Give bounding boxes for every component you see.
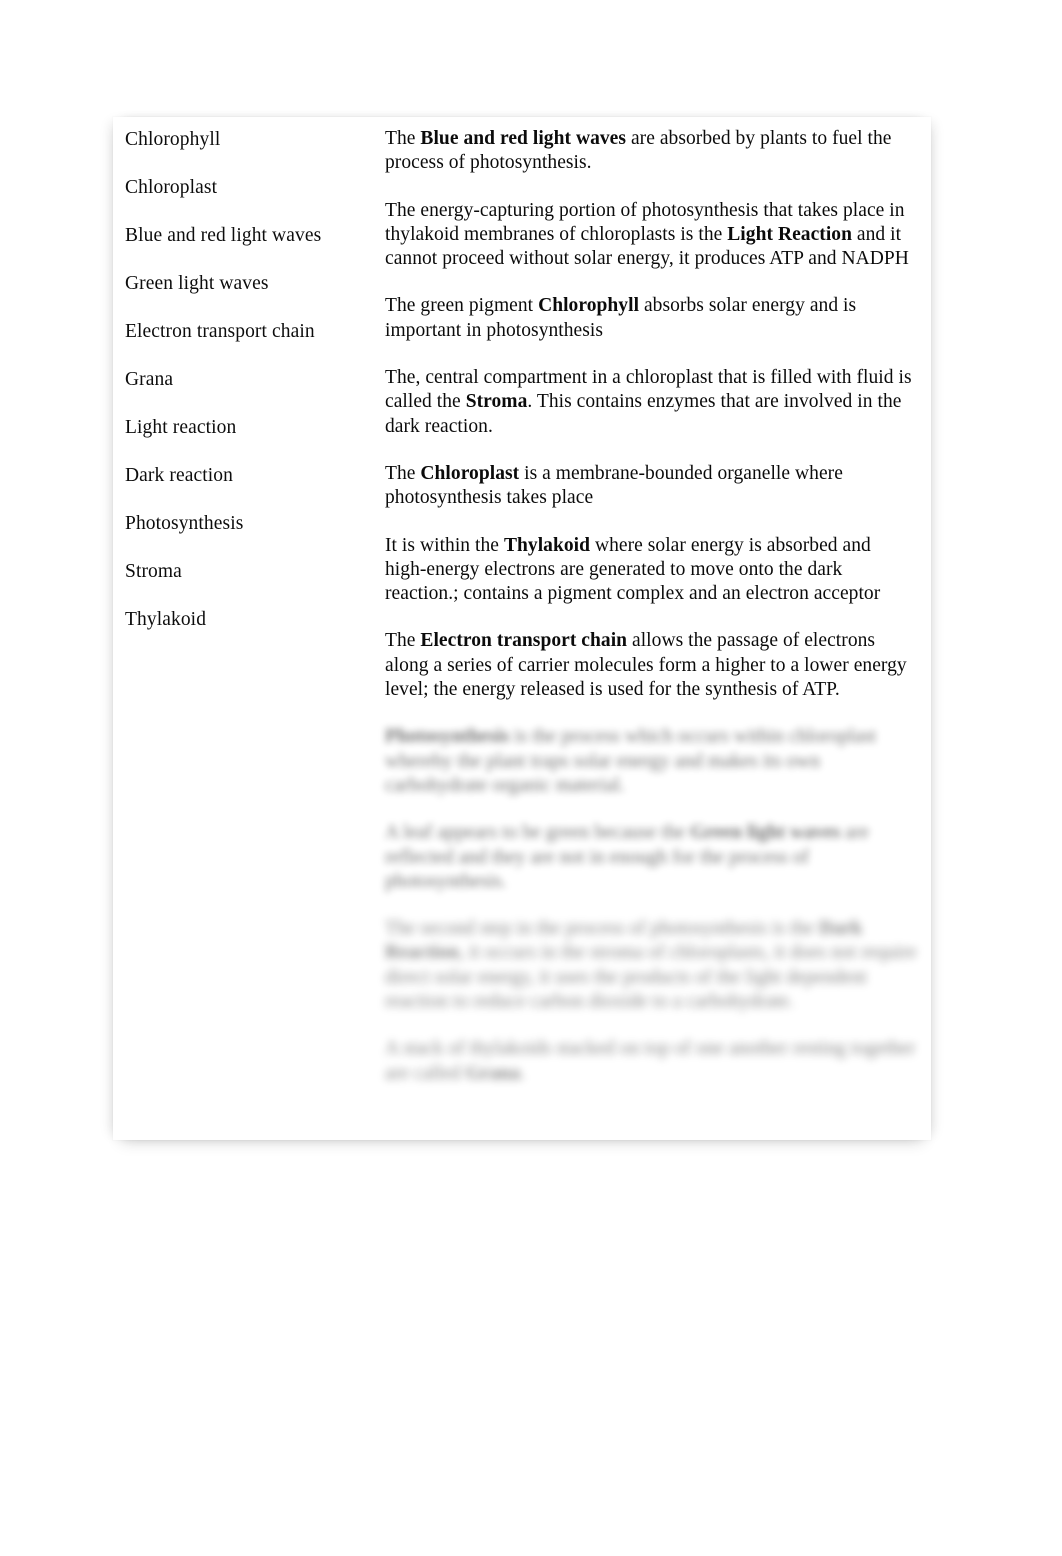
document-card: Chlorophyll Chloroplast Blue and red light… xyxy=(113,117,931,1140)
definition-term-highlight: Photosynthesis xyxy=(385,726,510,748)
definition-term-highlight: Blue and red light waves xyxy=(420,128,627,149)
term-list-item: Photosynthesis xyxy=(125,513,244,534)
definition-term-highlight: Light Reaction xyxy=(727,223,852,245)
definition-text: The xyxy=(385,462,421,484)
definition-paragraph-photosynthesis: Photosynthesis is the process which occu… xyxy=(385,725,917,798)
page-background: Chlorophyll Chloroplast Blue and red light… xyxy=(0,0,1062,1556)
definition-text: The green pigment xyxy=(385,295,539,317)
term-list-item: Green light waves xyxy=(125,273,269,294)
definition-term-highlight: Electron transport chain xyxy=(420,630,628,652)
term-list-item: Light reaction xyxy=(125,417,237,438)
definition-paragraph-chloroplast: The Chloroplast is a membrane-bounded or… xyxy=(385,462,917,511)
term-list-item: Thylakoid xyxy=(125,609,207,630)
definition-term-highlight: Grana xyxy=(465,1062,521,1084)
definition-paragraph-chlorophyll: The green pigment Chlorophyll absorbs so… xyxy=(385,294,917,343)
term-list-item: Electron transport chain xyxy=(125,321,315,342)
term-list-item: Stroma xyxy=(125,561,182,582)
definition-paragraph-grana: A stack of thylakoids stacked on top of … xyxy=(385,1037,917,1086)
term-list-item: Dark reaction xyxy=(125,465,233,486)
definition-paragraph-stroma: The, central compartment in a chloroplas… xyxy=(385,366,917,439)
definition-term-highlight: Green light waves xyxy=(690,822,841,844)
definition-term-highlight: Stroma xyxy=(465,391,528,413)
definition-term-highlight: Chloroplast xyxy=(420,462,520,484)
definition-paragraph-green-light-waves: A leaf appears to be green because the G… xyxy=(385,821,917,894)
document-body: Chlorophyll Chloroplast Blue and red light… xyxy=(113,117,931,1140)
definition-text: . xyxy=(520,1062,526,1084)
definition-text: It is within the xyxy=(385,534,504,556)
definition-paragraph-light-reaction: The energy-capturing portion of photosyn… xyxy=(385,199,917,272)
terms-column: Chlorophyll Chloroplast Blue and red light… xyxy=(113,117,385,656)
term-list-item: Blue and red light waves xyxy=(125,225,322,246)
definition-paragraph-electron-transport-chain: The Electron transport chain allows the … xyxy=(385,629,917,702)
definition-text: The xyxy=(385,630,421,652)
term-list-item: Chlorophyll xyxy=(125,129,221,150)
definition-text: The second step in the process of photos… xyxy=(385,918,819,940)
definition-paragraph-dark-reaction: The second step in the process of photos… xyxy=(385,917,917,1014)
definition-text: A stack of thylakoids stacked on top of … xyxy=(385,1038,916,1084)
definition-text: A leaf appears to be green because the xyxy=(385,822,691,844)
term-list-item: Grana xyxy=(125,369,174,390)
definition-paragraph-thylakoid: It is within the Thylakoid where solar e… xyxy=(385,534,917,607)
definition-term-highlight: Thylakoid xyxy=(503,534,591,556)
definitions-column: The Blue and red light waves are absorbe… xyxy=(385,117,931,1086)
definition-paragraph-blue-red-light-waves: The Blue and red light waves are absorbe… xyxy=(385,127,917,176)
definition-term-highlight: Chlorophyll xyxy=(538,295,640,317)
definition-text: , it occurs in the stroma of chloroplast… xyxy=(385,942,917,1013)
term-list-item: Chloroplast xyxy=(125,177,218,198)
definition-text: The xyxy=(385,128,421,149)
